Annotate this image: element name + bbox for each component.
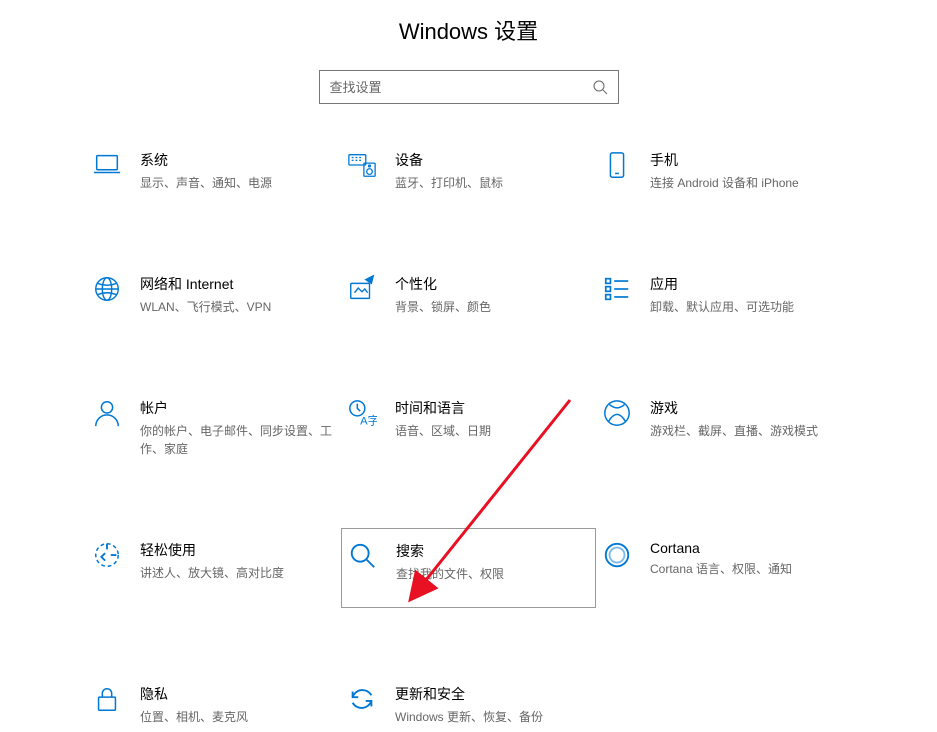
tile-personalization[interactable]: 个性化 背景、锁屏、颜色 <box>341 268 596 322</box>
tile-system[interactable]: 系统 显示、声音、通知、电源 <box>86 144 341 198</box>
globe-icon <box>92 274 122 304</box>
tile-title: 应用 <box>650 274 845 294</box>
tile-phone[interactable]: 手机 连接 Android 设备和 iPhone <box>596 144 851 198</box>
tile-title: 轻松使用 <box>140 540 335 560</box>
tile-title: 帐户 <box>140 398 335 418</box>
tile-desc: 卸载、默认应用、可选功能 <box>650 298 845 316</box>
tile-desc: 讲述人、放大镜、高对比度 <box>140 564 335 582</box>
tile-desc: 背景、锁屏、颜色 <box>395 298 590 316</box>
phone-icon <box>602 150 632 180</box>
search-input[interactable] <box>330 80 592 95</box>
search-box[interactable] <box>319 70 619 104</box>
keyboard-speaker-icon <box>347 150 377 180</box>
tile-title: 时间和语言 <box>395 398 590 418</box>
tile-desc: Cortana 语言、权限、通知 <box>650 560 845 578</box>
tile-gaming[interactable]: 游戏 游戏栏、截屏、直播、游戏模式 <box>596 392 851 464</box>
tile-title: 游戏 <box>650 398 845 418</box>
tile-title: 搜索 <box>396 541 589 561</box>
update-sync-icon <box>347 684 377 714</box>
ease-of-access-icon <box>92 540 122 570</box>
settings-grid: 系统 显示、声音、通知、电源 设备 蓝牙、打印机、鼠标 手机 <box>0 144 937 732</box>
tile-title: 隐私 <box>140 684 335 704</box>
tile-desc: 位置、相机、麦克风 <box>140 708 335 726</box>
tile-privacy[interactable]: 隐私 位置、相机、麦克风 <box>86 678 341 732</box>
tile-accounts[interactable]: 帐户 你的帐户、电子邮件、同步设置、工作、家庭 <box>86 392 341 464</box>
tile-desc: 蓝牙、打印机、鼠标 <box>395 174 590 192</box>
tile-desc: 语音、区域、日期 <box>395 422 590 440</box>
tile-desc: 游戏栏、截屏、直播、游戏模式 <box>650 422 845 440</box>
tile-network[interactable]: 网络和 Internet WLAN、飞行模式、VPN <box>86 268 341 322</box>
tile-title: 系统 <box>140 150 335 170</box>
lock-icon <box>92 684 122 714</box>
apps-list-icon <box>602 274 632 304</box>
tile-desc: Windows 更新、恢复、备份 <box>395 708 590 726</box>
search-icon <box>592 79 608 95</box>
tile-title: 个性化 <box>395 274 590 294</box>
tile-title: 网络和 Internet <box>140 274 335 294</box>
paint-icon <box>347 274 377 304</box>
svg-text:A字: A字 <box>360 413 377 427</box>
tile-title: Cortana <box>650 540 845 556</box>
tile-cortana[interactable]: Cortana Cortana 语言、权限、通知 <box>596 534 851 608</box>
tile-title: 手机 <box>650 150 845 170</box>
cortana-icon <box>602 540 632 570</box>
tile-update-security[interactable]: 更新和安全 Windows 更新、恢复、备份 <box>341 678 596 732</box>
tile-desc: WLAN、飞行模式、VPN <box>140 298 335 316</box>
time-language-icon: A字 <box>347 398 377 428</box>
tile-desc: 显示、声音、通知、电源 <box>140 174 335 192</box>
tile-time-language[interactable]: A字 时间和语言 语音、区域、日期 <box>341 392 596 464</box>
tile-apps[interactable]: 应用 卸载、默认应用、可选功能 <box>596 268 851 322</box>
laptop-icon <box>92 150 122 180</box>
search-tile-icon <box>348 541 378 571</box>
tile-desc: 查找我的文件、权限 <box>396 565 589 583</box>
search-container <box>0 70 937 104</box>
xbox-icon <box>602 398 632 428</box>
tile-title: 设备 <box>395 150 590 170</box>
tile-desc: 你的帐户、电子邮件、同步设置、工作、家庭 <box>140 422 335 458</box>
tile-desc: 连接 Android 设备和 iPhone <box>650 174 845 192</box>
tile-title: 更新和安全 <box>395 684 590 704</box>
tile-devices[interactable]: 设备 蓝牙、打印机、鼠标 <box>341 144 596 198</box>
person-icon <box>92 398 122 428</box>
tile-ease-of-access[interactable]: 轻松使用 讲述人、放大镜、高对比度 <box>86 534 341 608</box>
page-title: Windows 设置 <box>0 0 937 70</box>
tile-search[interactable]: 搜索 查找我的文件、权限 <box>341 528 596 608</box>
